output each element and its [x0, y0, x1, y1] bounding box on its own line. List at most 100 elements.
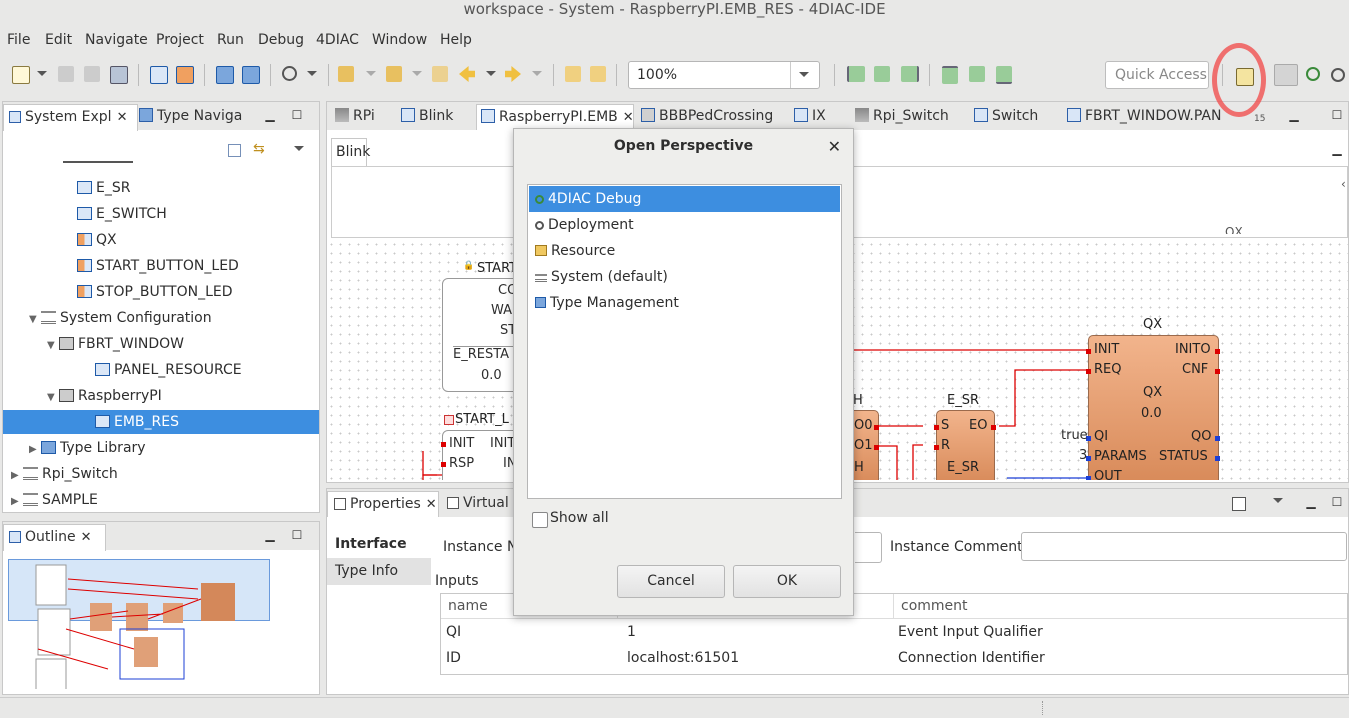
subtab-blink[interactable]: Blink [331, 138, 370, 166]
pin-icon[interactable] [1232, 497, 1246, 511]
forward-icon[interactable] [505, 66, 521, 82]
align-middle-icon[interactable] [969, 66, 985, 82]
tree-item[interactable]: ▼ RaspberryPI [3, 384, 319, 408]
chevron-down-icon[interactable]: ▼ [47, 386, 59, 410]
menu-navigate[interactable]: Navigate [85, 32, 148, 48]
close-icon[interactable]: ✕ [117, 110, 128, 125]
instance-name-input[interactable] [855, 532, 882, 563]
tab-outline[interactable]: Outline ✕ [3, 524, 106, 551]
quick-access-input[interactable]: Quick Access [1105, 61, 1209, 89]
table-row[interactable]: ID localhost:61501 Connection Identifier [441, 646, 1347, 672]
collapse-all-icon[interactable] [228, 144, 241, 157]
close-icon[interactable]: ✕ [828, 137, 841, 156]
tab-properties[interactable]: Properties ✕ [327, 491, 439, 517]
tab-switch[interactable]: Switch [972, 104, 1044, 130]
ok-button[interactable]: OK [733, 565, 841, 598]
row-value[interactable]: 1 [627, 624, 636, 640]
view-menu-icon[interactable] [1273, 498, 1283, 503]
side-tab-type-info[interactable]: Type Info [327, 558, 431, 585]
tree-item[interactable]: ▶ Rpi_Switch [3, 462, 319, 486]
tab-rpi[interactable]: RPi [331, 104, 395, 130]
tab-ix[interactable]: IX [792, 104, 839, 130]
tree-item[interactable]: ▼ FBRT_WINDOW [3, 332, 319, 356]
tree-item[interactable]: STOP_BUTTON_LED [3, 280, 319, 304]
search-icon[interactable] [282, 66, 297, 81]
cancel-button[interactable]: Cancel [617, 565, 725, 598]
undo-icon[interactable] [565, 66, 581, 82]
chevron-right-icon[interactable]: ▶ [11, 490, 23, 514]
menu-run[interactable]: Run [217, 32, 244, 48]
tree-item[interactable]: ▶ SAMPLE [3, 488, 319, 512]
menu-project[interactable]: Project [156, 32, 204, 48]
chevron-right-icon[interactable]: ▶ [29, 438, 41, 462]
download-icon[interactable] [242, 66, 260, 84]
print-icon[interactable] [110, 66, 128, 84]
align-right-icon[interactable] [901, 66, 919, 82]
tree-item[interactable]: PANEL_RESOURCE [3, 358, 319, 382]
tab-system-explorer[interactable]: System Expl ✕ [3, 104, 138, 131]
show-all-checkbox[interactable] [532, 512, 548, 528]
chevron-down-icon[interactable]: ▼ [29, 308, 41, 332]
forward-dropdown-icon[interactable] [532, 71, 542, 76]
tree-item[interactable]: E_SWITCH [3, 202, 319, 226]
save-icon[interactable] [58, 66, 74, 82]
row-value[interactable]: localhost:61501 [627, 650, 739, 666]
minimize-icon[interactable]: ▁ [1287, 108, 1301, 122]
new-composite-icon[interactable] [176, 66, 194, 84]
tab-rpi-switch[interactable]: Rpi_Switch [853, 104, 950, 130]
params-value[interactable]: 3 [1079, 448, 1087, 463]
tab-bbbpedcrossing[interactable]: BBBPedCrossing [637, 104, 776, 130]
back-icon[interactable] [459, 66, 475, 82]
perspective-item[interactable]: Resource [529, 238, 840, 264]
show-all-label[interactable]: Show all [550, 510, 609, 526]
new-icon[interactable] [12, 66, 30, 84]
minimize-icon[interactable]: ▁ [1330, 142, 1344, 156]
tree-item[interactable]: E_SR [3, 176, 319, 200]
minimize-icon[interactable]: ▁ [263, 528, 277, 542]
minimize-icon[interactable]: ▁ [263, 108, 277, 122]
maximize-icon[interactable]: ☐ [290, 108, 304, 122]
menu-debug[interactable]: Debug [258, 32, 304, 48]
fb-start-led[interactable]: INIT INIT RSP IN [441, 430, 524, 480]
last-edit-icon[interactable] [432, 66, 448, 82]
debug-perspective-icon[interactable] [1306, 67, 1320, 81]
perspective-item[interactable]: 4DIAC Debug [529, 186, 840, 212]
align-bottom-icon[interactable] [996, 66, 1012, 84]
fb-esr[interactable]: S EO R E_SR [934, 410, 996, 480]
minimize-icon[interactable]: ▁ [1304, 495, 1318, 509]
maximize-icon[interactable]: ☐ [290, 528, 304, 542]
zoom-combo[interactable]: 100% [628, 61, 820, 89]
close-icon[interactable]: ✕ [623, 110, 633, 125]
instance-comment-input[interactable] [1021, 532, 1347, 561]
tree-item[interactable]: EMB_RES [3, 410, 319, 434]
perspective-item[interactable]: Deployment [529, 212, 840, 238]
scroll-left-icon[interactable]: ‹ [1341, 177, 1346, 191]
tab-fbrt-window[interactable]: FBRT_WINDOW.PAN [1065, 104, 1227, 130]
align-center-icon[interactable] [874, 66, 890, 82]
close-icon[interactable]: ✕ [426, 497, 437, 512]
menu-help[interactable]: Help [440, 32, 472, 48]
view-menu-icon[interactable] [294, 146, 304, 151]
fb-start[interactable]: CO WA ST E_RESTA 0.0 [442, 278, 524, 392]
menu-edit[interactable]: Edit [45, 32, 72, 48]
zoom-dropdown-button[interactable] [790, 62, 819, 88]
menu-file[interactable]: File [7, 32, 30, 48]
save-all-icon[interactable] [84, 66, 100, 82]
fb-qx[interactable]: INIT INITO REQ CNF QX 0.0 QI QO PARAMS S… [1086, 335, 1220, 480]
maximize-icon[interactable]: ☐ [1330, 108, 1344, 122]
tree-item[interactable]: QX [3, 228, 319, 252]
search-dropdown-icon[interactable] [307, 71, 317, 76]
deploy-icon[interactable] [216, 66, 234, 84]
annotation-icon[interactable] [338, 66, 354, 82]
qi-value[interactable]: true [1061, 428, 1088, 443]
tab-type-navigator[interactable]: Type Naviga [139, 104, 249, 130]
align-top-icon[interactable] [942, 66, 958, 84]
tree-item[interactable]: ▶ Type Library [3, 436, 319, 460]
chevron-right-icon[interactable]: ▶ [11, 464, 23, 488]
chevron-down-icon[interactable]: ▼ [47, 334, 59, 358]
tab-overflow-count[interactable]: 15 [1254, 114, 1265, 124]
back-dropdown-icon[interactable] [486, 71, 496, 76]
new-fb-icon[interactable] [150, 66, 168, 84]
link-with-editor-icon[interactable]: ⇆ [253, 142, 267, 156]
next-dropdown-icon[interactable] [412, 71, 422, 76]
